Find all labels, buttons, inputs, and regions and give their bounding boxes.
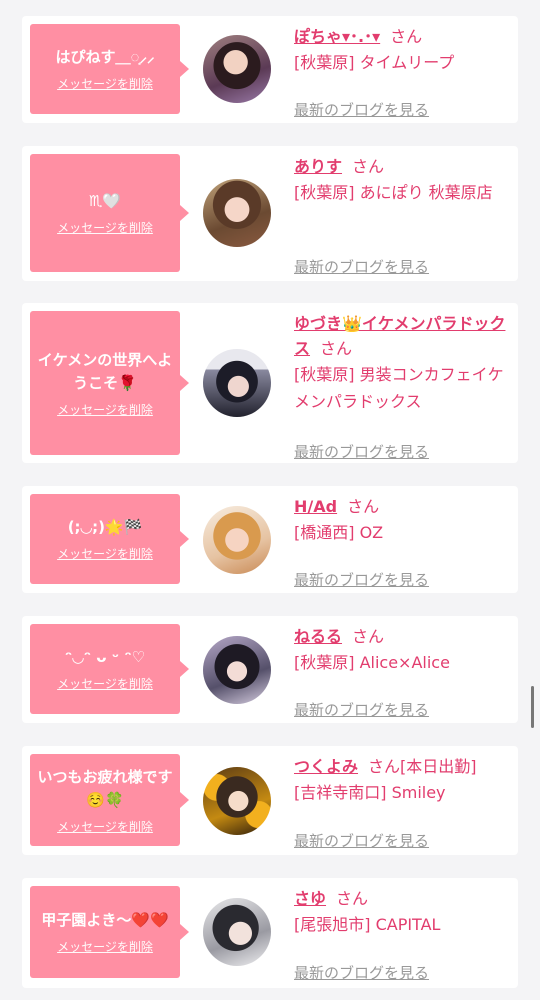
name-suffix: さん [320, 339, 353, 358]
message-bubble: ᵔ◡ᵔ ᴗ ᵕ ᵔ♡ メッセージを削除 [30, 624, 189, 714]
message-card: はぴねす＿◌͙⸝⸝ メッセージを削除 ぽちゃ▾･.･▾ さん [秋葉原] タイムリ… [22, 16, 518, 123]
shop-label: [秋葉原] 男装コンカフェイケメンパラドックス [294, 365, 504, 411]
message-card: (;◡;)🌟🏁 メッセージを削除 H/Ad さん [橋通西] OZ 最新のブログを… [22, 486, 518, 593]
latest-blog-link[interactable]: 最新のブログを見る [294, 962, 429, 983]
message-text: ᵔ◡ᵔ ᴗ ᵕ ᵔ♡ [64, 648, 146, 666]
cast-info: ぽちゃ▾･.･▾ さん [秋葉原] タイムリープ 最新のブログを見る [294, 24, 506, 119]
latest-blog-link[interactable]: 最新のブログを見る [294, 830, 429, 851]
delete-message-link[interactable]: メッセージを削除 [57, 545, 153, 562]
avatar[interactable] [203, 35, 271, 103]
latest-blog-link[interactable]: 最新のブログを見る [294, 699, 429, 720]
message-card: 甲子園よき〜❤️❤️ メッセージを削除 さゆ さん [尾張旭市] CAPITAL … [22, 878, 518, 988]
name-suffix: さん [336, 889, 369, 908]
message-bubble: 甲子園よき〜❤️❤️ メッセージを削除 [30, 886, 189, 978]
latest-blog-link[interactable]: 最新のブログを見る [294, 99, 429, 120]
message-text: イケメンの世界へようこそ🌹 [37, 350, 173, 392]
avatar[interactable] [203, 636, 271, 704]
cast-info: ありす さん [秋葉原] あにぽり 秋葉原店 最新のブログを見る [294, 154, 506, 276]
message-bubble: ♏🤍 メッセージを削除 [30, 154, 189, 272]
shop-label: [尾張旭市] CAPITAL [294, 915, 441, 934]
delete-message-link[interactable]: メッセージを削除 [57, 401, 153, 418]
name-suffix: さん[本日出勤] [368, 757, 477, 776]
avatar[interactable] [203, 767, 271, 835]
avatar[interactable] [203, 506, 271, 574]
message-bubble: イケメンの世界へようこそ🌹 メッセージを削除 [30, 311, 189, 455]
scrollbar[interactable] [531, 686, 534, 728]
cast-info: ゆづき👑イケメンパラドックス さん [秋葉原] 男装コンカフェイケメンパラドックス… [294, 311, 506, 461]
delete-message-link[interactable]: メッセージを削除 [57, 219, 153, 236]
cast-name-link[interactable]: さゆ [294, 889, 326, 908]
message-card: いつもお疲れ様です☺️🍀 メッセージを削除 つくよみ さん[本日出勤] [吉祥寺南… [22, 746, 518, 855]
shop-label: [秋葉原] タイムリープ [294, 53, 455, 72]
delete-message-link[interactable]: メッセージを削除 [57, 818, 153, 835]
delete-message-link[interactable]: メッセージを削除 [57, 75, 153, 92]
shop-label: [吉祥寺南口] Smiley [294, 783, 446, 802]
name-suffix: さん [352, 627, 385, 646]
name-suffix: さん [347, 497, 380, 516]
name-suffix: さん [390, 27, 423, 46]
cast-name-link[interactable]: ねるる [294, 627, 342, 646]
shop-label: [橋通西] OZ [294, 523, 384, 542]
avatar[interactable] [203, 349, 271, 417]
cast-info: H/Ad さん [橋通西] OZ 最新のブログを見る [294, 494, 506, 589]
cast-info: つくよみ さん[本日出勤] [吉祥寺南口] Smiley 最新のブログを見る [294, 754, 506, 850]
message-card: ᵔ◡ᵔ ᴗ ᵕ ᵔ♡ メッセージを削除 ねるる さん [秋葉原] Alice×Al… [22, 616, 518, 723]
message-text: はぴねす＿◌͙⸝⸝ [55, 48, 155, 66]
cast-name-link[interactable]: ぽちゃ▾･.･▾ [294, 27, 380, 46]
message-text: いつもお疲れ様です☺️🍀 [37, 767, 173, 809]
latest-blog-link[interactable]: 最新のブログを見る [294, 256, 429, 277]
message-text: 甲子園よき〜❤️❤️ [41, 911, 169, 929]
message-bubble: いつもお疲れ様です☺️🍀 メッセージを削除 [30, 754, 189, 846]
message-card: ♏🤍 メッセージを削除 ありす さん [秋葉原] あにぽり 秋葉原店 最新のブログ… [22, 146, 518, 281]
cast-info: さゆ さん [尾張旭市] CAPITAL 最新のブログを見る [294, 886, 506, 982]
message-text: ♏🤍 [88, 192, 122, 210]
shop-label: [秋葉原] あにぽり 秋葉原店 [294, 183, 493, 202]
cast-name-link[interactable]: H/Ad [294, 497, 337, 516]
message-text: (;◡;)🌟🏁 [67, 518, 143, 536]
latest-blog-link[interactable]: 最新のブログを見る [294, 441, 429, 462]
cast-info: ねるる さん [秋葉原] Alice×Alice 最新のブログを見る [294, 624, 506, 719]
delete-message-link[interactable]: メッセージを削除 [57, 675, 153, 692]
cast-name-link[interactable]: つくよみ [294, 757, 358, 776]
latest-blog-link[interactable]: 最新のブログを見る [294, 569, 429, 590]
message-card: イケメンの世界へようこそ🌹 メッセージを削除 ゆづき👑イケメンパラドックス さん … [22, 303, 518, 463]
cast-name-link[interactable]: ありす [294, 157, 342, 176]
delete-message-link[interactable]: メッセージを削除 [57, 938, 153, 955]
message-bubble: はぴねす＿◌͙⸝⸝ メッセージを削除 [30, 24, 189, 114]
shop-label: [秋葉原] Alice×Alice [294, 653, 450, 672]
avatar[interactable] [203, 898, 271, 966]
avatar[interactable] [203, 179, 271, 247]
message-bubble: (;◡;)🌟🏁 メッセージを削除 [30, 494, 189, 584]
name-suffix: さん [352, 157, 385, 176]
